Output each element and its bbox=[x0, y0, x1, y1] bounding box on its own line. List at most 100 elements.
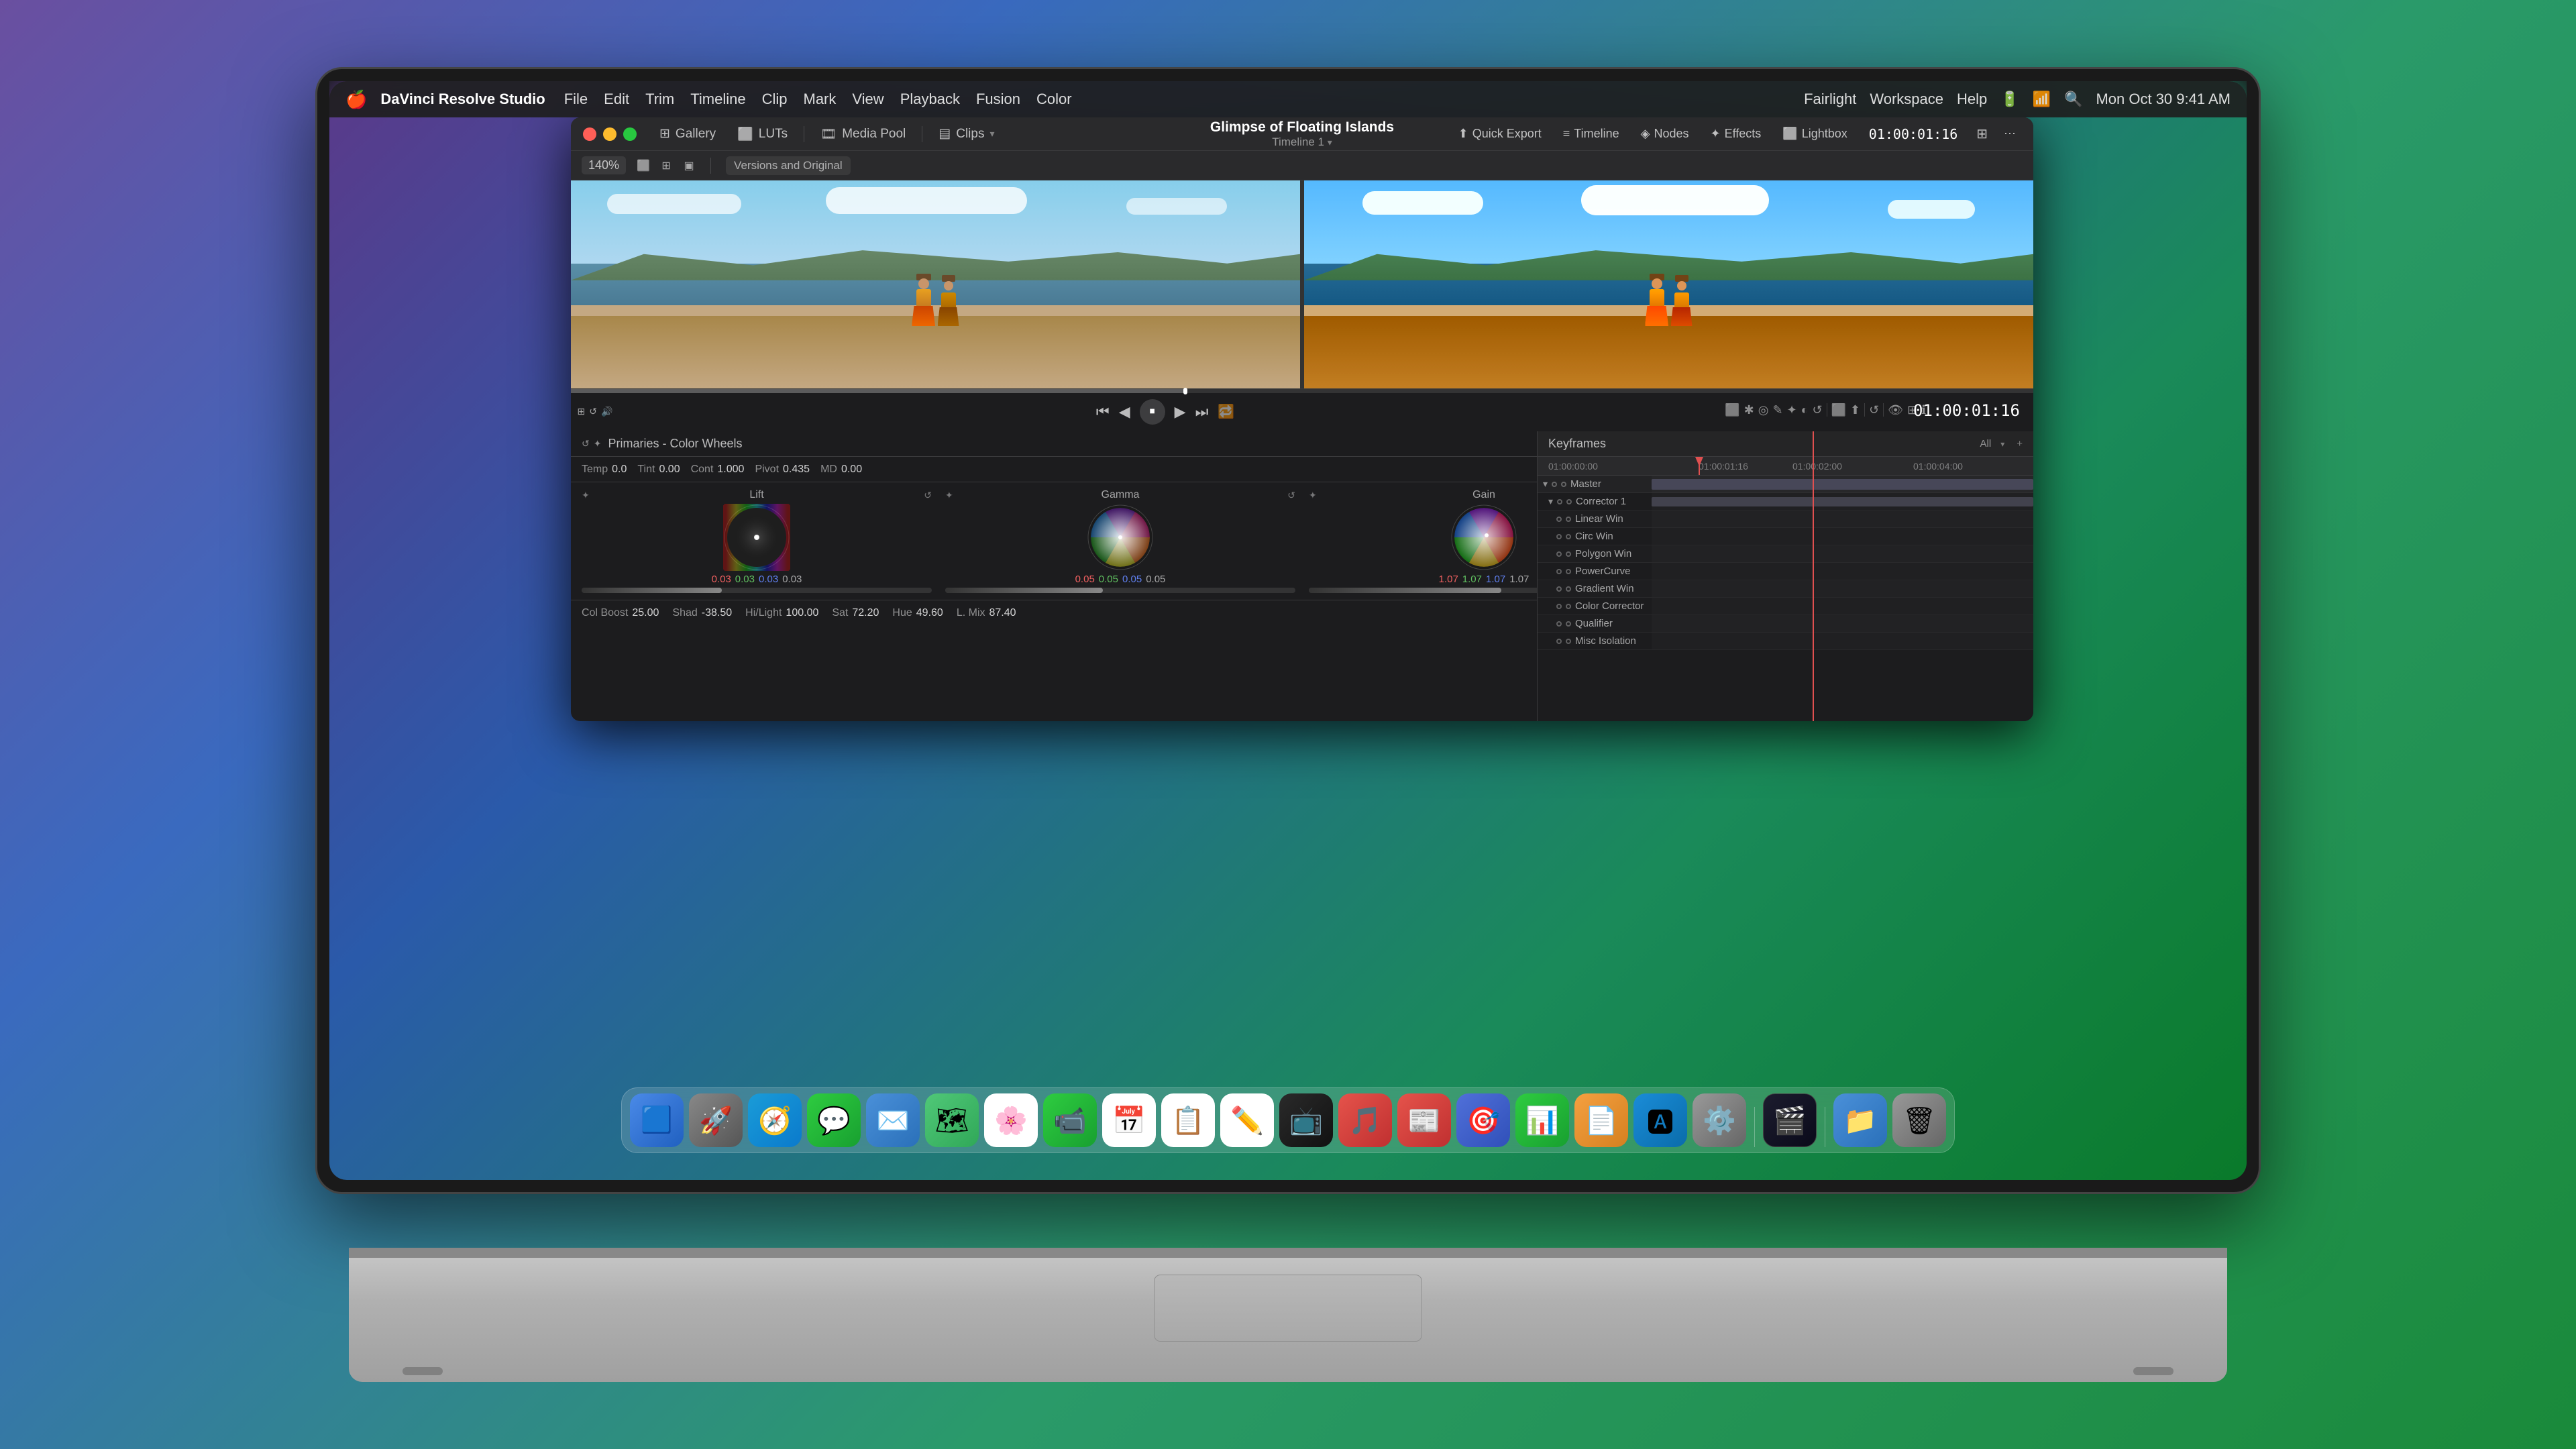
dock-finder[interactable]: 🟦 bbox=[630, 1093, 684, 1147]
menu-mark[interactable]: Mark bbox=[804, 91, 837, 108]
corrector1-expand[interactable]: ▾ bbox=[1548, 496, 1553, 507]
menu-help[interactable]: Help bbox=[1957, 91, 1987, 108]
menu-view[interactable]: View bbox=[852, 91, 883, 108]
go-to-end-btn[interactable]: ⏭ bbox=[1195, 403, 1209, 421]
tool7[interactable]: ↺ bbox=[1813, 403, 1823, 417]
tool4[interactable]: ✎ bbox=[1772, 403, 1782, 417]
dock-pages[interactable]: 📄 bbox=[1574, 1093, 1628, 1147]
reset-lift-icon[interactable]: ↺ bbox=[924, 490, 932, 501]
tool10[interactable]: ↺ bbox=[1869, 403, 1879, 417]
menu-color[interactable]: Color bbox=[1036, 91, 1072, 108]
trackpad[interactable] bbox=[1154, 1275, 1422, 1342]
kf-add-btn[interactable]: + bbox=[2017, 438, 2023, 449]
grid-icon[interactable]: ⊞ bbox=[657, 156, 676, 175]
dock-facetime[interactable]: 📹 bbox=[1043, 1093, 1097, 1147]
qualifier-track[interactable] bbox=[1652, 615, 2033, 632]
kf-all-dropdown[interactable]: ▾ bbox=[2000, 439, 2004, 449]
fit-icon[interactable]: ⬜ bbox=[634, 156, 653, 175]
reset-gamma-icon[interactable]: ↺ bbox=[1287, 490, 1295, 501]
lightbox-btn[interactable]: ⬜ Lightbox bbox=[1774, 123, 1855, 144]
auto-icon[interactable]: ✦ bbox=[594, 438, 602, 449]
kf-all-label[interactable]: All bbox=[1980, 438, 1992, 449]
tool3[interactable]: ◎ bbox=[1758, 403, 1769, 417]
tool1[interactable]: ⬜ bbox=[1725, 403, 1739, 417]
dock-mail[interactable]: ✉️ bbox=[866, 1093, 920, 1147]
dock-safari[interactable]: 🧭 bbox=[748, 1093, 802, 1147]
play-btn[interactable]: ▶ bbox=[1175, 403, 1186, 421]
media-pool-tab[interactable]: 🎞 Media Pool bbox=[811, 122, 915, 146]
menu-playback[interactable]: Playback bbox=[900, 91, 960, 108]
menu-timeline[interactable]: Timeline bbox=[690, 91, 745, 108]
gamma-wheel[interactable] bbox=[1087, 504, 1154, 571]
dock-keynote[interactable]: 🎯 bbox=[1456, 1093, 1510, 1147]
tool6[interactable]: ◐ bbox=[1801, 403, 1809, 417]
colorcorrector-track[interactable] bbox=[1652, 598, 2033, 614]
dock-appstore[interactable]: 🅰 bbox=[1633, 1093, 1687, 1147]
toolbar-left-icon2[interactable]: ↺ bbox=[589, 406, 597, 417]
dock-news[interactable]: 📰 bbox=[1397, 1093, 1451, 1147]
dock-davinci[interactable]: 🎬 bbox=[1763, 1093, 1817, 1147]
quick-export-btn[interactable]: ⬆ Quick Export bbox=[1450, 123, 1550, 144]
scrubber-bar[interactable] bbox=[571, 389, 2033, 393]
dock-calendar[interactable]: 📅 bbox=[1102, 1093, 1156, 1147]
menu-edit[interactable]: Edit bbox=[604, 91, 629, 108]
menu-fairlight[interactable]: Fairlight bbox=[1804, 91, 1856, 108]
tool2[interactable]: ✱ bbox=[1744, 403, 1754, 417]
go-to-start-btn[interactable]: ⏮ bbox=[1096, 403, 1110, 421]
dock-trash[interactable]: 🗑 bbox=[1892, 1093, 1946, 1147]
dock-reminders[interactable]: 📋 bbox=[1161, 1093, 1215, 1147]
gain-wheel-svg[interactable] bbox=[1450, 504, 1517, 571]
dock-photos[interactable]: 🌸 bbox=[984, 1093, 1038, 1147]
menu-fusion[interactable]: Fusion bbox=[976, 91, 1020, 108]
dock-music[interactable]: 🎵 bbox=[1338, 1093, 1392, 1147]
tool9[interactable]: ⬆ bbox=[1850, 403, 1860, 417]
dock-launchpad[interactable]: 🚀 bbox=[689, 1093, 743, 1147]
loop-btn[interactable]: 🔁 bbox=[1218, 403, 1234, 420]
effects-btn[interactable]: ✦ Effects bbox=[1703, 123, 1770, 144]
clips-tab[interactable]: ▤ Clips ▾ bbox=[929, 122, 1004, 146]
circwin-track[interactable] bbox=[1652, 528, 2033, 545]
apple-menu-icon[interactable]: 🍎 bbox=[345, 89, 367, 110]
dock-messages[interactable]: 💬 bbox=[807, 1093, 861, 1147]
dock-finder2[interactable]: 📁 bbox=[1833, 1093, 1887, 1147]
gallery-tab[interactable]: ⊞ Gallery bbox=[650, 122, 725, 146]
gamma-slider[interactable] bbox=[945, 588, 1295, 593]
corrector1-track[interactable] bbox=[1652, 493, 2033, 510]
zoom-level[interactable]: 140% bbox=[582, 156, 626, 174]
luts-tab[interactable]: ⬜ LUTs bbox=[728, 122, 797, 146]
dock-numbers[interactable]: 📊 bbox=[1515, 1093, 1569, 1147]
scrubber-handle[interactable] bbox=[1183, 388, 1187, 394]
layout-icon[interactable]: ▣ bbox=[680, 156, 698, 175]
powercurve-track[interactable] bbox=[1652, 563, 2033, 580]
prev-frame-btn[interactable]: ◀ bbox=[1119, 403, 1130, 421]
settings-btn[interactable]: ⋯ bbox=[1998, 124, 2021, 144]
timeline-btn[interactable]: ≡ Timeline bbox=[1555, 123, 1627, 144]
lift-wheel-svg[interactable] bbox=[723, 504, 790, 571]
menu-clip[interactable]: Clip bbox=[762, 91, 788, 108]
lift-wheel[interactable] bbox=[723, 504, 790, 571]
dock-appletv[interactable]: 📺 bbox=[1279, 1093, 1333, 1147]
toolbar-left-icon3[interactable]: 🔊 bbox=[601, 406, 612, 417]
gain-wheel[interactable] bbox=[1450, 504, 1517, 571]
dock-settings[interactable]: ⚙️ bbox=[1693, 1093, 1746, 1147]
menu-trim[interactable]: Trim bbox=[645, 91, 674, 108]
tool8[interactable]: ⬜ bbox=[1831, 403, 1846, 417]
gamma-wheel-svg[interactable] bbox=[1087, 504, 1154, 571]
app-name[interactable]: DaVinci Resolve Studio bbox=[380, 91, 545, 108]
maximize-button[interactable] bbox=[623, 127, 637, 141]
tool5[interactable]: ✦ bbox=[1787, 403, 1797, 417]
stop-btn[interactable]: ⏹ bbox=[1140, 399, 1165, 425]
misc-track[interactable] bbox=[1652, 633, 2033, 649]
master-expand-icon[interactable]: ▾ bbox=[1543, 478, 1548, 490]
lift-slider[interactable] bbox=[582, 588, 932, 593]
polygonwin-track[interactable] bbox=[1652, 545, 2033, 562]
toolbar-left-icon1[interactable]: ⊞ bbox=[578, 406, 586, 417]
reset-icon[interactable]: ↺ bbox=[582, 438, 590, 449]
nodes-btn[interactable]: ◈ Nodes bbox=[1633, 123, 1697, 144]
dock-freeform[interactable]: ✏️ bbox=[1220, 1093, 1274, 1147]
dock-maps[interactable]: 🗺 bbox=[925, 1093, 979, 1147]
master-track-area[interactable] bbox=[1652, 476, 2033, 492]
versions-btn[interactable]: Versions and Original bbox=[726, 156, 851, 175]
linearwin-track[interactable] bbox=[1652, 511, 2033, 527]
menu-workspace[interactable]: Workspace bbox=[1870, 91, 1943, 108]
